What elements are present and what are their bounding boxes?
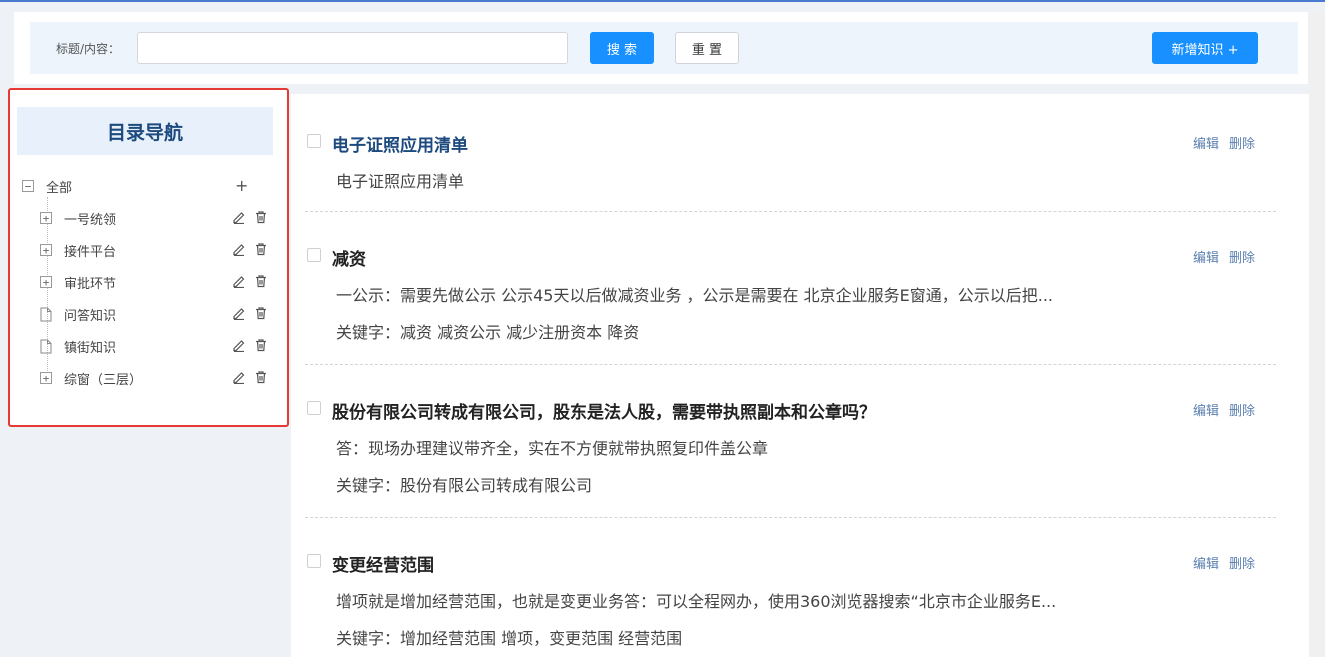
trash-icon[interactable] (254, 370, 268, 388)
catalog-sidebar: 目录导航 − 全部 + + 一号统领 + 接件平台 + 审批环节问答知识镇街知识 + 综窗（三… (8, 88, 289, 427)
entry-checkbox[interactable] (307, 554, 321, 568)
edit-icon[interactable] (232, 338, 246, 356)
search-button[interactable]: 搜 索 (590, 32, 654, 64)
entry-checkbox[interactable] (307, 401, 321, 415)
search-input[interactable] (137, 32, 568, 64)
page-scrollbar[interactable] (1309, 12, 1325, 657)
edit-icon[interactable] (232, 274, 246, 292)
edit-link[interactable]: 编辑 (1193, 133, 1219, 152)
delete-link[interactable]: 删除 (1229, 247, 1255, 266)
edit-link[interactable]: 编辑 (1193, 400, 1219, 419)
collapse-icon[interactable]: − (22, 180, 34, 192)
trash-icon[interactable] (254, 338, 268, 356)
entry-summary: 增项就是增加经营范围，也就是变更业务答：可以全程网办，使用360浏览器搜索“北京… (336, 592, 1057, 611)
entry-divider (305, 517, 1276, 518)
entry-checkbox[interactable] (307, 134, 321, 148)
tree-item-label: 镇街知识 (64, 340, 117, 356)
file-icon (40, 339, 52, 354)
edit-link[interactable]: 编辑 (1193, 553, 1219, 572)
trash-icon[interactable] (254, 242, 268, 260)
edit-icon[interactable] (232, 210, 246, 228)
expand-icon[interactable]: + (40, 276, 52, 288)
entry-summary: 答：现场办理建议带齐全，实在不方便就带执照复印件盖公章 (336, 439, 769, 458)
delete-link[interactable]: 删除 (1229, 553, 1255, 572)
tree-item[interactable]: + 一号统领 (40, 207, 270, 229)
tree-item-actions (232, 242, 268, 260)
add-knowledge-button[interactable]: 新增知识 + (1152, 32, 1258, 64)
expand-icon[interactable]: + (40, 212, 52, 224)
entry-summary: 电子证照应用清单 (336, 172, 465, 191)
search-panel: 标题/内容： 搜 索 重 置 新增知识 + (14, 12, 1308, 84)
add-category-icon[interactable]: + (235, 175, 248, 197)
tree-item-actions (232, 338, 268, 356)
entry-actions: 编辑 删除 (1193, 133, 1255, 152)
entry-actions: 编辑 删除 (1193, 400, 1255, 419)
reset-button[interactable]: 重 置 (675, 32, 739, 64)
entry-checkbox[interactable] (307, 248, 321, 262)
delete-link[interactable]: 删除 (1229, 133, 1255, 152)
entry-title[interactable]: 电子证照应用清单 (332, 131, 468, 156)
entry-divider (305, 364, 1276, 365)
tree-item[interactable]: + 审批环节 (40, 271, 270, 293)
tree-root-label: 全部 (46, 180, 73, 196)
trash-icon[interactable] (254, 306, 268, 324)
entry-title[interactable]: 股份有限公司转成有限公司，股东是法人股，需要带执照副本和公章吗？ (332, 398, 876, 423)
tree-item-actions (232, 370, 268, 388)
tree-item-label: 接件平台 (64, 244, 117, 260)
entry-summary: 一公示：需要先做公示 公示45天以后做减资业务 ，公示是需要在 北京企业服务E窗… (336, 286, 1053, 305)
entry-divider (305, 211, 1276, 212)
tree-item-label: 一号统领 (64, 212, 117, 228)
knowledge-list: 电子证照应用清单 编辑 删除 电子证照应用清单 减资 编辑 删除 一公示：需要先做公示 公示4… (291, 94, 1309, 657)
entry-title[interactable]: 变更经营范围 (332, 551, 434, 576)
search-label: 标题/内容： (56, 42, 121, 56)
expand-icon[interactable]: + (40, 244, 52, 256)
entry-keywords: 关键字：减资 减资公示 减少注册资本 降资 (336, 323, 640, 342)
sidebar-title: 目录导航 (17, 107, 273, 155)
tree-item-actions (232, 210, 268, 228)
file-icon (40, 307, 52, 322)
expand-icon[interactable]: + (40, 372, 52, 384)
tree-item-label: 综窗（三层） (64, 372, 143, 388)
tree-item-actions (232, 306, 268, 324)
tree-item-label: 审批环节 (64, 276, 117, 292)
tree-item[interactable]: + 综窗（三层） (40, 367, 270, 389)
top-accent-line (0, 0, 1325, 2)
tree-item[interactable]: 镇街知识 (40, 335, 270, 357)
tree-item[interactable]: + 接件平台 (40, 239, 270, 261)
edit-link[interactable]: 编辑 (1193, 247, 1219, 266)
trash-icon[interactable] (254, 274, 268, 292)
entry-keywords: 关键字：增加经营范围 增项，变更范围 经营范围 (336, 629, 683, 648)
tree-item[interactable]: 问答知识 (40, 303, 270, 325)
search-bar: 标题/内容： 搜 索 重 置 新增知识 + (30, 22, 1298, 74)
entry-actions: 编辑 删除 (1193, 553, 1255, 572)
tree-item-label: 问答知识 (64, 308, 117, 324)
tree-root-all[interactable]: − 全部 + (22, 175, 262, 197)
tree-item-actions (232, 274, 268, 292)
edit-icon[interactable] (232, 242, 246, 260)
delete-link[interactable]: 删除 (1229, 400, 1255, 419)
entry-title[interactable]: 减资 (332, 245, 366, 270)
edit-icon[interactable] (232, 306, 246, 324)
edit-icon[interactable] (232, 370, 246, 388)
trash-icon[interactable] (254, 210, 268, 228)
entry-keywords: 关键字：股份有限公司转成有限公司 (336, 476, 593, 495)
entry-actions: 编辑 删除 (1193, 247, 1255, 266)
